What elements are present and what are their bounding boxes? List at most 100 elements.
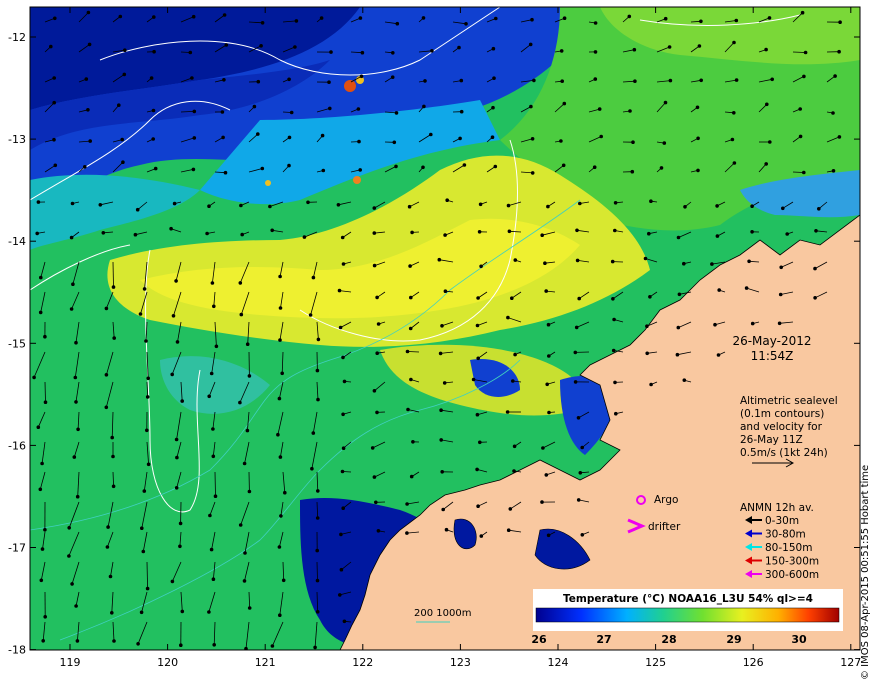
y-tick-label: -16	[8, 439, 26, 452]
velocity-arrowhead-icon	[506, 315, 510, 320]
velocity-arrowhead-icon	[546, 322, 551, 327]
velocity-arrowhead-icon	[462, 163, 467, 167]
velocity-arrowhead-icon	[67, 526, 71, 530]
velocity-arrowhead-icon	[649, 382, 653, 387]
velocity-arrowhead-icon	[142, 489, 147, 493]
velocity-arrowhead-icon	[39, 275, 43, 280]
velocity-arrowhead-icon	[111, 285, 116, 289]
velocity-arrowhead-icon	[43, 528, 47, 532]
y-tick-label: -17	[8, 542, 26, 555]
velocity-arrowhead-icon	[152, 15, 156, 19]
velocity-arrowhead-icon	[667, 45, 672, 49]
velocity-arrowhead-icon	[375, 410, 379, 415]
velocity-arrowhead-icon	[544, 473, 549, 477]
colorbar-tick-label: 26	[531, 633, 547, 646]
velocity-arrowhead-icon	[70, 582, 74, 586]
velocity-arrowhead-icon	[408, 264, 412, 268]
velocity-arrowhead-icon	[559, 49, 564, 53]
velocity-arrowhead-icon	[423, 79, 427, 83]
note-line: Altimetric sealevel	[740, 395, 838, 407]
velocity-arrowhead-icon	[172, 201, 177, 206]
colorbar-title: Temperature (°C) NOAA16_L3U 54% ql>=4	[563, 593, 813, 605]
velocity-arrowhead-icon	[256, 79, 261, 84]
velocity-arrowhead-icon	[475, 323, 480, 328]
velocity-arrowhead-icon	[313, 645, 317, 650]
velocity-arrowhead-icon	[715, 204, 719, 208]
velocity-arrowhead-icon	[223, 170, 228, 175]
velocity-arrowhead-icon	[628, 109, 632, 113]
velocity-arrowhead-icon	[49, 44, 53, 49]
velocity-arrowhead-icon	[592, 165, 597, 169]
velocity-arrowhead-icon	[593, 21, 598, 25]
velocity-arrowhead-icon	[476, 356, 481, 361]
velocity-arrowhead-icon	[696, 136, 700, 141]
x-tick-label: 120	[157, 656, 178, 669]
velocity-arrowhead-icon	[493, 164, 498, 169]
velocity-arrowhead-icon	[750, 204, 754, 208]
velocity-arrowhead-icon	[540, 233, 545, 237]
velocity-arrowhead-icon	[359, 74, 364, 79]
velocity-arrowhead-icon	[505, 410, 510, 414]
velocity-arrowhead-icon	[405, 531, 409, 535]
velocity-arrowhead-icon	[341, 446, 346, 451]
velocity-arrowhead-icon	[430, 49, 434, 53]
velocity-arrowhead-icon	[278, 613, 282, 618]
velocity-arrowhead-icon	[422, 104, 426, 109]
velocity-arrowhead-icon	[145, 586, 150, 591]
velocity-arrowhead-icon	[293, 45, 297, 49]
note-line: 0.5m/s (1kt 24h)	[740, 447, 828, 459]
colorbar-tick-label: 27	[596, 633, 611, 646]
velocity-arrowhead-icon	[375, 295, 379, 300]
velocity-arrowhead-icon	[256, 132, 260, 136]
velocity-arrowhead-icon	[613, 201, 618, 205]
velocity-arrowhead-icon	[406, 407, 410, 412]
y-tick-label: -14	[8, 235, 26, 248]
velocity-arrowhead-icon	[421, 16, 426, 20]
velocity-arrowhead-icon	[175, 455, 179, 460]
velocity-arrowhead-icon	[145, 428, 149, 433]
velocity-arrowhead-icon	[86, 10, 91, 15]
velocity-arrowhead-icon	[494, 16, 498, 21]
velocity-arrowhead-icon	[310, 466, 314, 471]
velocity-arrowhead-icon	[764, 162, 769, 166]
velocity-arrowhead-icon	[837, 49, 841, 54]
map-date: 26-May-2012	[732, 334, 811, 348]
credit-text: © IMOS 08-Apr-2015 00:51:55 Hobart time	[860, 464, 871, 680]
velocity-arrowhead-icon	[358, 168, 363, 172]
velocity-arrowhead-icon	[649, 199, 653, 203]
velocity-arrowhead-icon	[543, 261, 547, 266]
velocity-arrowhead-icon	[663, 16, 668, 21]
velocity-arrowhead-icon	[224, 43, 229, 47]
velocity-arrowhead-icon	[410, 230, 414, 235]
velocity-arrowhead-icon	[341, 506, 346, 511]
velocity-arrowhead-icon	[372, 475, 377, 479]
velocity-arrowhead-icon	[831, 169, 836, 173]
y-tick-label: -18	[8, 644, 26, 657]
velocity-arrowhead-icon	[532, 78, 536, 83]
velocity-arrowhead-icon	[338, 325, 343, 330]
velocity-arrowhead-icon	[561, 163, 566, 168]
velocity-arrowhead-icon	[71, 282, 75, 287]
velocity-arrowhead-icon	[675, 352, 680, 357]
x-tick-label: 123	[450, 656, 471, 669]
velocity-arrowhead-icon	[270, 228, 275, 233]
x-tick-label: 122	[352, 656, 373, 669]
velocity-arrowhead-icon	[118, 14, 123, 19]
velocity-arrowhead-icon	[87, 42, 92, 47]
velocity-arrowhead-icon	[315, 578, 320, 583]
velocity-arrowhead-icon	[268, 204, 272, 209]
velocity-arrowhead-icon	[35, 231, 40, 236]
velocity-arrowhead-icon	[308, 313, 313, 317]
velocity-arrowhead-icon	[306, 200, 310, 205]
velocity-arrowhead-icon	[120, 137, 124, 142]
velocity-arrowhead-icon	[610, 259, 615, 264]
velocity-arrowhead-icon	[180, 609, 185, 614]
velocity-arrowhead-icon	[372, 263, 377, 268]
velocity-arrowhead-icon	[633, 79, 637, 83]
velocity-arrowhead-icon	[764, 47, 768, 52]
velocity-arrowhead-icon	[222, 13, 227, 17]
velocity-arrowhead-icon	[178, 521, 183, 526]
velocity-arrowhead-icon	[668, 78, 673, 83]
velocity-arrowhead-icon	[648, 295, 652, 299]
velocity-arrowhead-icon	[117, 103, 121, 107]
